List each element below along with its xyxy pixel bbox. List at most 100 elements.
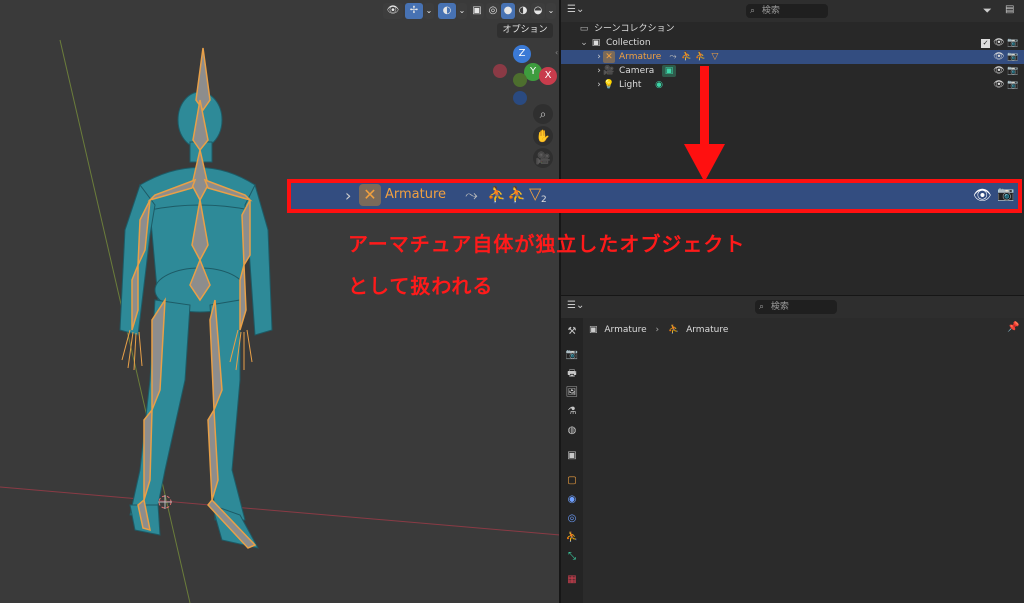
rendered-shading-icon[interactable]: ◒ (531, 3, 545, 19)
new-collection-icon[interactable]: ▤ (1005, 4, 1019, 18)
scene-collection-row[interactable]: ▭ シーンコレクション (561, 22, 1024, 36)
expand-chevron-icon: › (345, 186, 352, 205)
options-button[interactable]: オプション (497, 23, 553, 38)
outliner-row-camera[interactable]: › 🎥 Camera ▣ 👁 📷 (561, 64, 1024, 78)
material-shading-icon[interactable]: ◑ (516, 3, 530, 19)
breadcrumb-data: Armature (686, 325, 729, 335)
render-tab-icon[interactable]: 📷 (564, 347, 580, 363)
output-tab-icon[interactable]: 🖶 (564, 366, 580, 382)
outliner-row-light[interactable]: › 💡 Light ◉ 👁 📷 (561, 78, 1024, 92)
armature-data-tab-icon[interactable]: ⛹ (564, 530, 580, 546)
editor-type-icon[interactable]: ☰⌄ (567, 300, 587, 314)
pin-icon[interactable]: 📌 (1007, 322, 1019, 333)
collection-tab-icon[interactable]: ▣ (564, 448, 580, 464)
collapse-chevron-icon[interactable]: ⌄ (578, 37, 590, 49)
visibility-eye-icon[interactable]: 👁 (993, 79, 1005, 91)
search-icon: ⌕ (750, 6, 756, 16)
render-camera-icon[interactable]: 📷 (1007, 65, 1019, 77)
render-camera-icon[interactable]: 📷 (1007, 37, 1019, 49)
render-camera-icon[interactable]: 📷 (1007, 51, 1019, 63)
object-tab-icon[interactable]: ▢ (564, 473, 580, 489)
render-camera-icon[interactable]: 📷 (1007, 79, 1019, 91)
bone-icon: ⛹ (695, 52, 707, 62)
render-camera-icon: 📷 (997, 186, 1015, 202)
properties-search-input[interactable]: ⌕ 検索 (755, 300, 837, 314)
mesh-triangle-icon: ▽ (529, 184, 542, 203)
character-mesh (119, 91, 273, 549)
gizmo-x-axis[interactable]: X (539, 67, 557, 85)
filter-icon[interactable]: ⏷ (983, 4, 999, 18)
bone-icon: ⛹ (507, 185, 527, 204)
visibility-eye-icon: 👁 (973, 186, 993, 204)
collection-row[interactable]: ⌄ ▣ Collection ✓ 👁 📷 (561, 36, 1024, 50)
wireframe-shading-icon[interactable]: ◎ (486, 3, 500, 19)
light-label: Light (619, 80, 642, 90)
view-object-types-icon[interactable]: 👁 (383, 3, 403, 19)
camera-view-icon[interactable]: 🎥 (533, 148, 553, 168)
x-axis-line (0, 486, 560, 536)
solid-shading-icon[interactable]: ● (501, 3, 515, 19)
breadcrumb-separator-icon: › (655, 325, 660, 335)
pan-hand-icon[interactable]: ✋ (533, 126, 553, 146)
mesh-count: 2 (541, 195, 547, 205)
gizmo-neg-z[interactable] (513, 91, 527, 105)
outliner-header: ☰⌄ ⌕ 検索 ⏷ ▤ (561, 0, 1024, 22)
outliner-row-armature[interactable]: › ✕ Armature ⤳ ⛹ ⛹ ▽ 👁 📷 (561, 50, 1024, 64)
pose-icon: ⤳ (669, 52, 677, 62)
gizmo-dropdown-icon[interactable]: ⌄ (424, 3, 434, 19)
gizmo-toggle-icon[interactable]: ✢ (405, 3, 423, 19)
shading-dropdown-icon[interactable]: ⌄ (546, 3, 556, 19)
gizmo-neg-y[interactable] (513, 73, 527, 87)
properties-panel: ☰⌄ ⌕ 検索 ⚒ 📷 🖶 🖼 ⚗ ◍ ▣ ▢ ◉ ◎ ⛹ ⤡ ▦ ▣ Arma… (561, 296, 1024, 603)
tool-tab-icon[interactable]: ⚒ (564, 324, 580, 340)
breadcrumb: ▣ Armature › ⛹ Armature (589, 323, 728, 337)
search-placeholder: 検索 (770, 302, 789, 312)
3d-viewport[interactable]: 👁 ✢ ⌄ ◐ ⌄ ▣ ◎ ● ◑ ◒ ⌄ オプション Z Y X ⌕ ✋ 🎥 … (0, 0, 560, 603)
object-icon: ▣ (589, 325, 598, 335)
armature-object-icon: ✕ (603, 51, 615, 63)
constraints-tab-icon[interactable]: ◎ (564, 511, 580, 527)
3d-cursor-icon (158, 495, 172, 509)
zoomed-armature-row: › ✕ Armature ⤳ ⛹ ⛹ ▽ 2 👁 📷 (287, 179, 1022, 213)
armature-object-icon: ✕ (359, 184, 381, 206)
world-tab-icon[interactable]: ◍ (564, 423, 580, 439)
visibility-eye-icon[interactable]: 👁 (993, 51, 1005, 63)
breadcrumb-object: Armature (604, 325, 647, 335)
callout-line-1: アーマチュア自体が独立したオブジェクト (348, 232, 746, 256)
properties-tabs: ⚒ 📷 🖶 🖼 ⚗ ◍ ▣ ▢ ◉ ◎ ⛹ ⤡ ▦ (561, 318, 583, 603)
physics-tab-icon[interactable]: ◉ (564, 492, 580, 508)
overlay-toggle-icon[interactable]: ◐ (438, 3, 456, 19)
gizmo-neg-x[interactable] (493, 64, 507, 78)
search-placeholder: 検索 (761, 6, 780, 16)
mesh-triangle-icon: ▽ (711, 52, 719, 62)
overlay-dropdown-icon[interactable]: ⌄ (457, 3, 467, 19)
annotation-arrow (684, 66, 725, 182)
scene-tab-icon[interactable]: ⚗ (564, 404, 580, 420)
editor-type-icon[interactable]: ☰⌄ (567, 4, 587, 18)
zoomed-armature-label: Armature (385, 187, 447, 202)
camera-label: Camera (619, 66, 655, 76)
visibility-eye-icon[interactable]: 👁 (993, 65, 1005, 77)
bone-tab-icon[interactable]: ⤡ (564, 549, 580, 565)
visibility-eye-icon[interactable]: 👁 (993, 37, 1005, 49)
scene-collection-label: シーンコレクション (594, 24, 675, 34)
zoom-icon[interactable]: ⌕ (533, 104, 553, 124)
scene-collection-icon: ▭ (579, 24, 589, 34)
callout-line-2: として扱われる (348, 274, 494, 298)
collection-icon: ▣ (591, 38, 601, 48)
xray-toggle-icon[interactable]: ▣ (470, 3, 484, 19)
texture-tab-icon[interactable]: ▦ (564, 572, 580, 588)
light-data-icon: ◉ (655, 80, 663, 90)
armature-data-icon: ⛹ (668, 325, 680, 335)
viewport-scene (0, 39, 560, 603)
armature-data-icon: ⛹ (681, 52, 693, 62)
camera-data-icon: ▣ (662, 65, 676, 77)
search-icon: ⌕ (759, 302, 765, 312)
exclude-checkbox[interactable]: ✓ (981, 39, 990, 48)
gizmo-z-axis[interactable]: Z (513, 45, 531, 63)
properties-header: ☰⌄ ⌕ 検索 (561, 296, 1024, 318)
armature-label: Armature (619, 52, 662, 62)
pose-icon: ⤳ (465, 185, 478, 204)
outliner-search-input[interactable]: ⌕ 検索 (746, 4, 828, 18)
view-layer-tab-icon[interactable]: 🖼 (564, 385, 580, 401)
